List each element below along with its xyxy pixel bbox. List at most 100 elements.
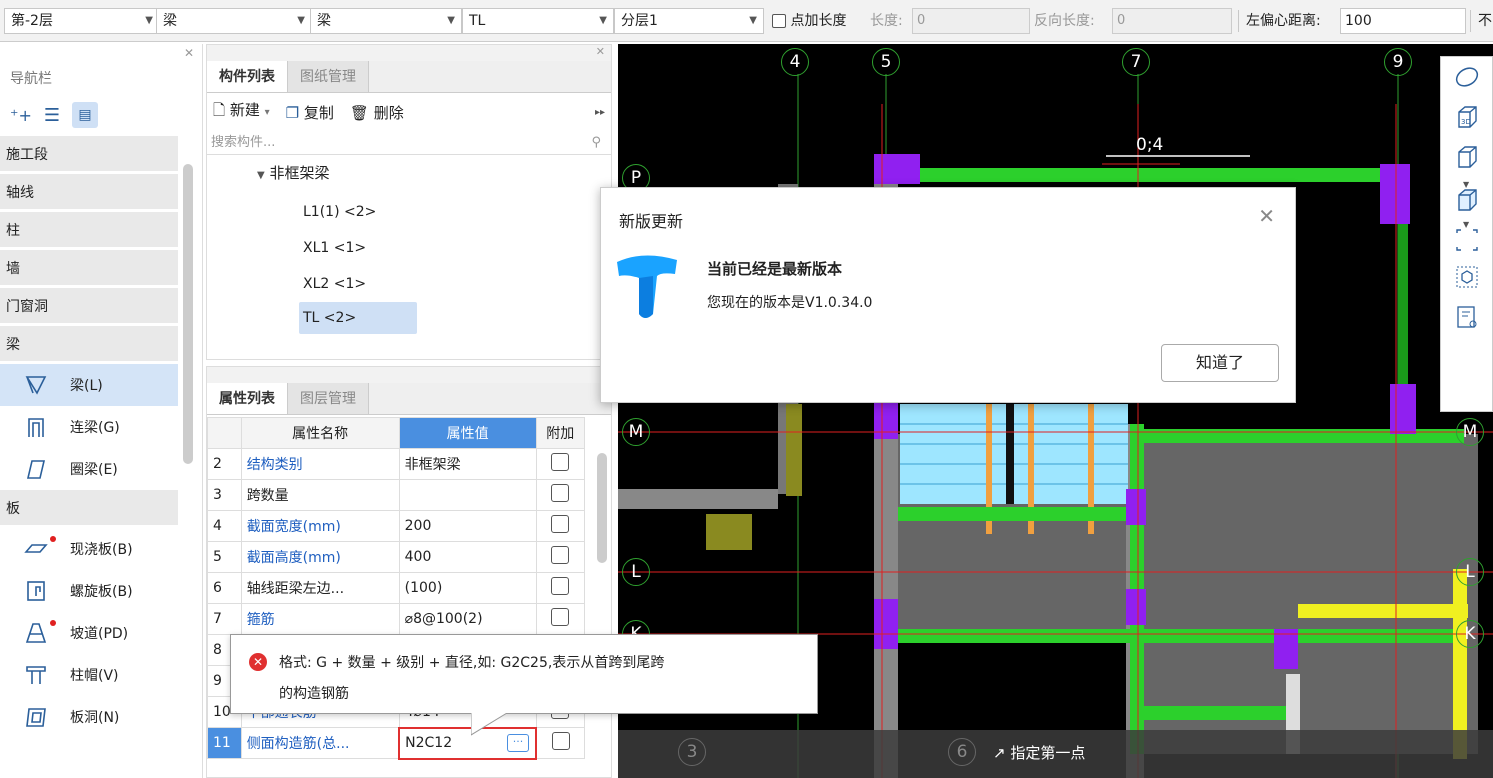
- tree-item-xl2[interactable]: XL2 <1>: [207, 266, 611, 302]
- extra-checkbox[interactable]: [551, 577, 570, 595]
- table-row-selected[interactable]: 11 侧面构造筋(总... N2C12 ···: [207, 726, 586, 760]
- column: [1390, 384, 1416, 434]
- add-length-checkbox[interactable]: [772, 14, 786, 28]
- nav-category-slab[interactable]: 板: [0, 490, 178, 528]
- tab-property-list[interactable]: 属性列表: [207, 383, 288, 414]
- extra-cell: [535, 448, 586, 480]
- left-offset-input[interactable]: 100: [1340, 8, 1466, 34]
- cube-solid-icon[interactable]: ▼: [1441, 177, 1492, 217]
- nav-category-beam[interactable]: 梁: [0, 326, 178, 364]
- nav-category-door-window[interactable]: 门窗洞: [0, 288, 178, 326]
- component-subtype-select[interactable]: 梁 ▼: [310, 8, 462, 34]
- zoom-extents-icon[interactable]: ▼: [1441, 217, 1492, 257]
- table-row[interactable]: 6 轴线距梁左边... (100): [207, 572, 586, 604]
- extra-checkbox[interactable]: [551, 546, 570, 564]
- beam-yellow: [1298, 604, 1468, 618]
- cube-view-icon[interactable]: [1441, 137, 1492, 177]
- table-row[interactable]: 5 截面高度(mm) 400: [207, 541, 586, 573]
- layer-select[interactable]: 分层1 ▼: [614, 8, 764, 34]
- copy-button[interactable]: ❐ 复制: [286, 102, 334, 123]
- nav-item-ramp[interactable]: 坡道(PD): [0, 612, 178, 654]
- trash-icon: 🗑: [349, 103, 369, 122]
- close-icon[interactable]: ✕: [596, 45, 605, 58]
- tree-item-xl1[interactable]: XL1 <1>: [207, 230, 611, 266]
- list-view-icon[interactable]: ☰: [44, 105, 60, 126]
- more-icon[interactable]: ▸▸: [595, 107, 605, 118]
- nav-item-column-cap[interactable]: 柱帽(V): [0, 654, 178, 696]
- tree-item-l1[interactable]: L1(1) <2>: [207, 194, 611, 230]
- extra-cell: [535, 603, 586, 635]
- beam: [1136, 706, 1286, 720]
- svg-text:▼: ▼: [1463, 180, 1470, 189]
- property-value[interactable]: 400: [398, 541, 537, 573]
- detail-view-icon[interactable]: ▤: [72, 102, 98, 128]
- extra-checkbox[interactable]: [551, 453, 570, 471]
- property-value[interactable]: [398, 479, 537, 511]
- delete-button[interactable]: 🗑 删除: [350, 102, 404, 123]
- orbit-icon[interactable]: [1441, 57, 1492, 97]
- property-value-editor[interactable]: N2C12 ···: [398, 726, 538, 760]
- component-toolbar: 🗋 新建 ▾ ❐ 复制 🗑 删除 ▸▸: [207, 93, 611, 131]
- tab-drawing-management[interactable]: 图纸管理: [288, 61, 369, 92]
- copy-icon: ❐: [285, 103, 300, 122]
- nav-category-construction-section[interactable]: 施工段: [0, 136, 178, 174]
- row-number: 6: [207, 572, 242, 604]
- nav-item-slab-opening[interactable]: 板洞(N): [0, 696, 178, 738]
- nav-category-wall[interactable]: 墙: [0, 250, 178, 288]
- add-length-toggle[interactable]: 点加长度: [772, 8, 846, 34]
- beam: [898, 629, 1458, 643]
- tree-group[interactable]: ▼ 非框架梁: [207, 155, 611, 194]
- new-button[interactable]: 🗋 新建 ▾: [213, 99, 270, 125]
- component-name-select[interactable]: TL ▼: [462, 8, 614, 34]
- tab-layer-management[interactable]: 图层管理: [288, 383, 369, 414]
- search-icon[interactable]: ⚲: [591, 131, 601, 155]
- view-cube-icon[interactable]: [1441, 257, 1492, 297]
- tree-item-tl[interactable]: TL <2>: [299, 302, 417, 334]
- reverse-length-input[interactable]: 0: [1112, 8, 1232, 34]
- nav-category-axis[interactable]: 轴线: [0, 174, 178, 212]
- layer-visibility-icon[interactable]: [1441, 297, 1492, 337]
- panel-header-strip: ✕: [207, 45, 611, 61]
- property-value[interactable]: 非框架梁: [398, 448, 537, 480]
- row-number: 2: [207, 448, 242, 480]
- cast-slab-icon: [22, 536, 50, 562]
- table-row[interactable]: 4 截面宽度(mm) 200: [207, 510, 586, 542]
- property-value[interactable]: ⌀8@100(2): [398, 603, 537, 635]
- tree-group-label: 非框架梁: [269, 164, 330, 182]
- axis-marker: M: [1456, 418, 1484, 446]
- property-value[interactable]: 200: [398, 510, 537, 542]
- tab-component-list[interactable]: 构件列表: [207, 61, 288, 92]
- add-icon[interactable]: ⁺+: [10, 106, 32, 125]
- nav-item-link-beam[interactable]: 连梁(G): [0, 406, 178, 448]
- 3d-view-icon[interactable]: 3D: [1441, 97, 1492, 137]
- nav-item-ring-beam[interactable]: 圈梁(E): [0, 448, 178, 490]
- component-type-select[interactable]: 梁 ▼: [156, 8, 312, 34]
- acknowledge-button[interactable]: 知道了: [1161, 344, 1279, 382]
- nav-item-beam[interactable]: 梁(L): [0, 364, 178, 406]
- foundation-block: [706, 514, 752, 550]
- extra-checkbox[interactable]: [551, 608, 570, 626]
- table-row[interactable]: 3 跨数量: [207, 479, 586, 511]
- expand-arrow-icon[interactable]: ▼: [257, 170, 265, 181]
- chevron-down-icon[interactable]: ▾: [265, 107, 270, 118]
- search-component-input[interactable]: 搜索构件... ⚲: [207, 131, 611, 155]
- extra-cell: [535, 479, 586, 511]
- extra-checkbox[interactable]: [551, 484, 570, 502]
- nav-category-column[interactable]: 柱: [0, 212, 178, 250]
- nav-item-spiral-slab[interactable]: 螺旋板(B): [0, 570, 178, 612]
- table-row[interactable]: 7 箍筋 ⌀8@100(2): [207, 603, 586, 635]
- close-icon[interactable]: ✕: [184, 46, 194, 60]
- floor-select[interactable]: 第-2层 ▼: [4, 8, 160, 34]
- extra-checkbox[interactable]: [551, 515, 570, 533]
- properties-scrollbar[interactable]: [597, 453, 607, 563]
- nav-scrollbar[interactable]: [183, 164, 193, 464]
- length-label: 长度:: [870, 13, 903, 29]
- left-offset-label: 左偏心距离:: [1246, 13, 1321, 29]
- length-input[interactable]: 0: [912, 8, 1030, 34]
- nav-item-cast-slab[interactable]: 现浇板(B): [0, 528, 178, 570]
- close-icon[interactable]: ✕: [1258, 204, 1275, 228]
- chevron-down-icon: ▼: [447, 15, 455, 26]
- table-row[interactable]: 2 结构类别 非框架梁: [207, 448, 586, 480]
- property-value[interactable]: (100): [398, 572, 537, 604]
- extra-checkbox[interactable]: [551, 732, 570, 750]
